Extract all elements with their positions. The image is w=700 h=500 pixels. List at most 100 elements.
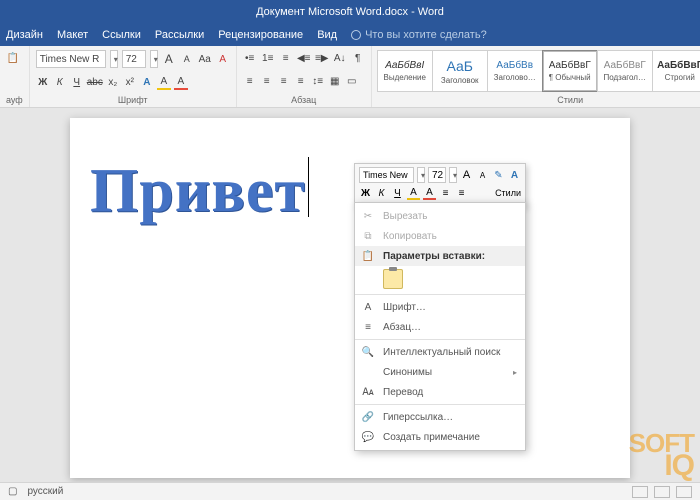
menu-new-comment[interactable]: 💬Создать примечание (355, 427, 525, 447)
change-case-button[interactable]: Aa (198, 51, 212, 67)
paste-icon[interactable]: 📋 (6, 50, 20, 66)
shrink-font-button[interactable]: A (180, 51, 194, 67)
grow-font-button[interactable]: A (162, 51, 176, 67)
tab-layout[interactable]: Макет (57, 29, 88, 41)
cut-icon: ✂ (361, 211, 375, 222)
translate-icon: 🗛 (361, 387, 375, 398)
view-web-button[interactable] (676, 486, 692, 498)
superscript-button[interactable]: x² (123, 74, 137, 90)
style-subtitle[interactable]: АаБбВвГПодзагол… (597, 50, 653, 92)
mini-size-dd[interactable]: ▾ (449, 167, 457, 183)
clear-format-button[interactable]: A (216, 51, 230, 67)
watermark: SOFT IQ (629, 433, 694, 478)
mini-grow-button[interactable]: A (460, 168, 473, 182)
style-normal[interactable]: АаБбВвГ¶ Обычный (542, 50, 598, 92)
bulb-icon (351, 30, 361, 40)
ribbon-tabs: Дизайн Макет Ссылки Рассылки Рецензирова… (0, 24, 700, 46)
mini-styles-button[interactable]: A (508, 168, 521, 182)
tab-design[interactable]: Дизайн (6, 29, 43, 41)
style-title[interactable]: АаБЗаголовок (432, 50, 488, 92)
bullets-button[interactable]: •≡ (243, 50, 257, 66)
underline-button[interactable]: Ч (70, 74, 84, 90)
indent-inc-button[interactable]: ≡▶ (315, 50, 329, 66)
menu-sep-3 (355, 404, 525, 405)
group-font: Times New R▾ 72▾ A A Aa A Ж К Ч abc x₂ x… (30, 46, 237, 107)
paste-header-icon: 📋 (361, 251, 375, 262)
sort-button[interactable]: A↓ (333, 50, 347, 66)
font-size-dd[interactable]: ▾ (150, 50, 158, 68)
borders-button[interactable]: ▭ (345, 73, 359, 89)
mini-shrink-button[interactable]: A (476, 168, 489, 182)
mini-numbering-button[interactable]: ≡ (455, 186, 468, 200)
bold-button[interactable]: Ж (36, 74, 50, 90)
mini-font-size[interactable]: 72 (428, 167, 446, 183)
para-dialog-icon: ≡ (361, 322, 375, 333)
mini-styles-label[interactable]: Стили (495, 188, 521, 198)
mini-underline-button[interactable]: Ч (391, 186, 404, 200)
link-icon: 🔗 (361, 412, 375, 423)
mini-font-dd[interactable]: ▾ (417, 167, 425, 183)
style-strong[interactable]: АаБбВвГСтрогий (652, 50, 700, 92)
paste-keep-text-icon[interactable] (383, 269, 403, 289)
strike-button[interactable]: abc (87, 74, 103, 90)
line-spacing-button[interactable]: ↕≡ (311, 73, 325, 89)
status-book-icon[interactable]: ▢ (8, 486, 17, 497)
shading-button[interactable]: ▦ (328, 73, 342, 89)
tab-references[interactable]: Ссылки (102, 29, 141, 41)
status-bar: ▢ русский (0, 482, 700, 500)
mini-bold-button[interactable]: Ж (359, 186, 372, 200)
font-name-input[interactable]: Times New R (36, 50, 106, 68)
align-right-button[interactable]: ≡ (277, 73, 291, 89)
menu-font[interactable]: AШрифт… (355, 297, 525, 317)
mini-italic-button[interactable]: К (375, 186, 388, 200)
menu-paragraph[interactable]: ≡Абзац… (355, 317, 525, 337)
menu-smart-lookup[interactable]: 🔍Интеллектуальный поиск (355, 342, 525, 362)
mini-highlight-button[interactable]: A (407, 186, 420, 200)
styles-group-label: Стили (378, 95, 700, 105)
menu-cut[interactable]: ✂Вырезать (355, 206, 525, 226)
align-center-button[interactable]: ≡ (260, 73, 274, 89)
multilevel-button[interactable]: ≡ (279, 50, 293, 66)
tab-view[interactable]: Вид (317, 29, 337, 41)
menu-sep-2 (355, 339, 525, 340)
justify-button[interactable]: ≡ (294, 73, 308, 89)
text-effects-button[interactable]: A (140, 74, 154, 90)
tab-mailings[interactable]: Рассылки (155, 29, 204, 41)
font-color-button[interactable]: A (174, 74, 188, 90)
context-menu: ✂Вырезать ⧉Копировать 📋Параметры вставки… (354, 202, 526, 451)
view-read-button[interactable] (632, 486, 648, 498)
chevron-right-icon: ▸ (513, 368, 517, 377)
clipboard-label: ауф (6, 95, 23, 105)
tell-me[interactable]: Что вы хотите сделать? (351, 29, 487, 41)
italic-button[interactable]: К (53, 74, 67, 90)
menu-synonyms[interactable]: Синонимы▸ (355, 362, 525, 382)
mini-font-name[interactable]: Times New (359, 167, 414, 183)
document-text[interactable]: Привет (90, 157, 306, 225)
style-heading[interactable]: АаБбВвЗаголово… (487, 50, 543, 92)
group-styles: АаБбВвІВыделение АаБЗаголовок АаБбВвЗаго… (372, 46, 700, 107)
indent-dec-button[interactable]: ◀≡ (297, 50, 311, 66)
font-name-dd[interactable]: ▾ (110, 50, 118, 68)
numbering-button[interactable]: 1≡ (261, 50, 275, 66)
view-print-button[interactable] (654, 486, 670, 498)
status-language[interactable]: русский (27, 486, 63, 497)
menu-translate[interactable]: 🗛Перевод (355, 382, 525, 402)
subscript-button[interactable]: x₂ (106, 74, 120, 90)
style-emphasis[interactable]: АаБбВвІВыделение (377, 50, 433, 92)
menu-copy[interactable]: ⧉Копировать (355, 226, 525, 246)
title-bar: Документ Microsoft Word.docx - Word (0, 0, 700, 24)
font-size-input[interactable]: 72 (122, 50, 146, 68)
mini-bullets-button[interactable]: ≡ (439, 186, 452, 200)
group-clipboard: 📋 ауф (0, 46, 30, 107)
document-page[interactable]: Привет (70, 118, 630, 478)
highlight-button[interactable]: A (157, 74, 171, 90)
mini-color-button[interactable]: A (423, 186, 436, 200)
menu-hyperlink[interactable]: 🔗Гиперссылка… (355, 407, 525, 427)
mini-toolbar: Times New▾ 72▾ A A ✎ A Ж К Ч A A ≡ ≡ Сти… (354, 163, 526, 207)
tab-review[interactable]: Рецензирование (218, 29, 303, 41)
copy-icon: ⧉ (361, 231, 375, 242)
ribbon: 📋 ауф Times New R▾ 72▾ A A Aa A Ж К Ч ab… (0, 46, 700, 108)
format-painter-icon[interactable]: ✎ (492, 168, 505, 182)
align-left-button[interactable]: ≡ (243, 73, 257, 89)
show-marks-button[interactable]: ¶ (351, 50, 365, 66)
